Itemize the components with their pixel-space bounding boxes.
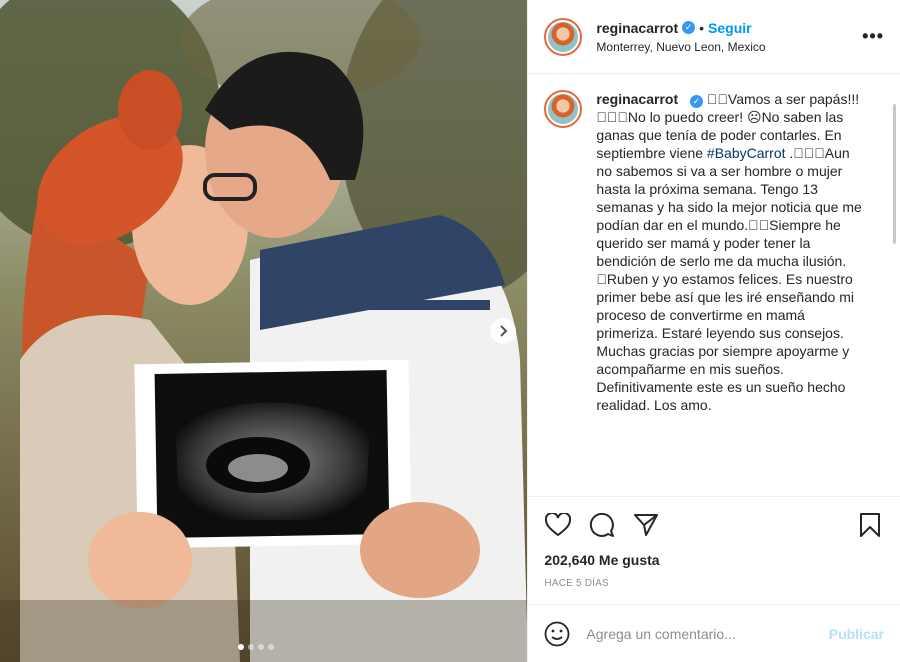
carousel-dot	[238, 644, 244, 650]
paper-plane-icon	[634, 513, 659, 536]
separator-dot: •	[699, 19, 705, 36]
hashtag-link[interactable]: #BabyCarrot	[707, 145, 786, 161]
couple-kiss-ultrasound-photo	[0, 0, 528, 662]
carousel-dot	[258, 644, 264, 650]
caption-part2: .􏿾􏿾􏿾Aun no sabemos si va a ser hombre o …	[596, 145, 862, 413]
carousel-dots	[238, 644, 274, 650]
username-link[interactable]: reginacarrot	[596, 20, 678, 36]
smiley-icon[interactable]	[544, 621, 570, 647]
post-timestamp[interactable]: HACE 5 DÍAS	[528, 572, 900, 596]
verified-badge-icon: ✓	[690, 94, 703, 108]
caption-section: reginacarrot ✓ 􏿾􏿾Vamos a ser papás!!!􏿾􏿾􏿾…	[528, 74, 900, 496]
share-button[interactable]	[632, 511, 660, 539]
post-photo[interactable]	[0, 0, 528, 662]
instagram-post-view: reginacarrot ✓ • Seguir Monterrey, Nuevo…	[0, 0, 900, 662]
comment-button[interactable]	[588, 511, 616, 539]
like-button[interactable]	[544, 511, 572, 539]
comment-bar: Publicar	[528, 604, 900, 662]
follow-button[interactable]: Seguir	[708, 20, 752, 36]
comment-icon	[590, 512, 615, 537]
location-link[interactable]: Monterrey, Nuevo Leon, Mexico	[596, 40, 862, 54]
likes-count[interactable]: 202,640 Me gusta	[528, 552, 900, 572]
caption-text: reginacarrot ✓ 􏿾􏿾Vamos a ser papás!!!􏿾􏿾􏿾…	[596, 90, 864, 496]
publish-button[interactable]: Publicar	[829, 626, 884, 642]
save-button[interactable]	[856, 511, 884, 539]
caption-avatar[interactable]	[544, 90, 583, 128]
post-side-panel: reginacarrot ✓ • Seguir Monterrey, Nuevo…	[527, 0, 900, 662]
chevron-right-icon	[500, 325, 508, 337]
action-bar	[528, 496, 900, 552]
caption-username[interactable]: reginacarrot	[596, 91, 678, 107]
carousel-dot	[268, 644, 274, 650]
verified-badge-icon: ✓	[682, 21, 696, 34]
carousel-dot	[248, 644, 254, 650]
more-options-icon[interactable]: •••	[862, 26, 884, 47]
bookmark-icon	[860, 512, 880, 537]
post-header: reginacarrot ✓ • Seguir Monterrey, Nuevo…	[528, 0, 900, 74]
avatar[interactable]	[544, 17, 583, 56]
next-photo-button[interactable]	[490, 318, 516, 344]
caption-scrollbar[interactable]	[893, 104, 896, 244]
heart-icon	[545, 512, 572, 536]
comment-input[interactable]	[584, 624, 829, 643]
